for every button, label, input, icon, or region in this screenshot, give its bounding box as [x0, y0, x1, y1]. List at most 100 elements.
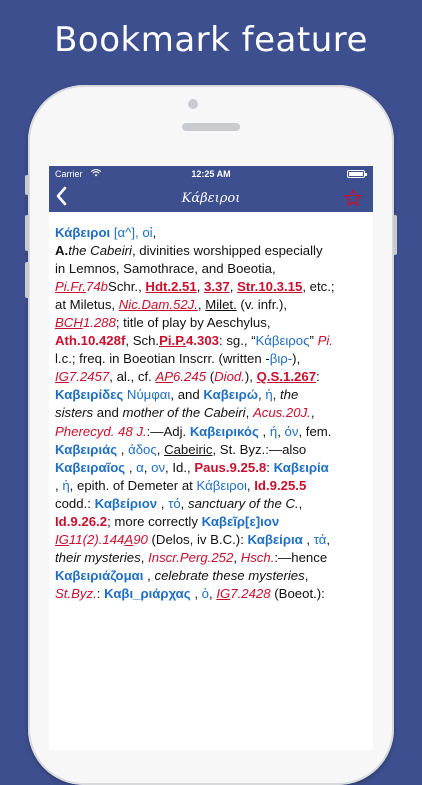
- entry-text: ,: [258, 423, 270, 439]
- entry-text: ,: [302, 531, 314, 547]
- entry-text: , Sch.: [125, 333, 160, 349]
- entry-line: IG11(2).144A90 (Delos, iv B.C.): Καβείρι…: [55, 531, 367, 549]
- entry-text: , epith. of Demeter at: [69, 477, 197, 493]
- reference-link[interactable]: IG: [55, 532, 69, 547]
- entry-text: τό: [168, 495, 181, 511]
- headword: Καβειρίδες: [55, 387, 124, 403]
- reference-link[interactable]: IG: [216, 586, 230, 601]
- entry-line: IG7.2457, al., cf. AP6.245 (Diod.), Q.S.…: [55, 368, 367, 386]
- reference-link[interactable]: Pi.: [159, 333, 175, 348]
- entry-text: ,: [140, 549, 149, 565]
- entry-text: ,: [298, 495, 303, 511]
- entry-text: όν: [284, 423, 299, 439]
- reference-link[interactable]: P.: [175, 333, 186, 348]
- headword: Καβείρια: [247, 531, 303, 547]
- entry-text: ,: [196, 279, 205, 295]
- reference-link[interactable]: 7.2428: [230, 586, 270, 601]
- reference-link[interactable]: Diod.: [214, 369, 245, 384]
- entry-text: ”: [309, 333, 318, 349]
- entry-text: the Cabeiri: [68, 243, 132, 259]
- reference-link[interactable]: Id.9.26.2: [55, 514, 107, 529]
- entry-text: , etc.;: [302, 279, 335, 295]
- entry-text: Κάβειροι: [196, 477, 247, 493]
- reference-link[interactable]: Acus.20J.: [253, 405, 311, 420]
- reference-link[interactable]: Fr.: [70, 279, 86, 294]
- reference-link[interactable]: Cabeiric: [164, 442, 212, 457]
- speaker-grille: [182, 123, 240, 131]
- entry-text: at Miletus,: [55, 297, 119, 313]
- bookmark-button[interactable]: [343, 188, 363, 208]
- entry-text: ον: [151, 459, 166, 475]
- reference-link[interactable]: Pi.: [55, 279, 70, 294]
- reference-link[interactable]: 7.2457: [69, 369, 109, 384]
- entry-text: ,: [117, 441, 129, 457]
- reference-link[interactable]: St.Byz.: [55, 586, 97, 601]
- entry-text: ,: [272, 387, 280, 403]
- reference-link[interactable]: 11(2).144: [69, 532, 124, 547]
- entry-text: βιρ-: [269, 351, 293, 367]
- reference-link[interactable]: 6.245: [173, 369, 206, 384]
- entry-line: their mysteries, Inscr.Perg.252, Hsch.:—…: [55, 549, 367, 567]
- entry-text: in Lemnos, Samothrace, and Boeotia,: [55, 261, 276, 277]
- entry-text: :: [266, 459, 274, 475]
- reference-link[interactable]: 90: [133, 532, 148, 547]
- entry-line: codd.: Καβείριον , τό, sanctuary of the …: [55, 495, 367, 513]
- entry-text: ),: [292, 351, 301, 367]
- reference-link[interactable]: A: [124, 532, 133, 547]
- volume-up-button: [25, 215, 29, 251]
- entry-text: ,: [180, 495, 188, 511]
- headword: Καβειριάζομαι: [55, 567, 144, 583]
- entry-text: , Id.,: [165, 459, 195, 475]
- reference-link[interactable]: Pi.: [318, 333, 333, 348]
- entry-text: celebrate these mysteries: [154, 567, 305, 583]
- reference-link[interactable]: 1.288: [83, 315, 116, 330]
- reference-link[interactable]: Id.9.25.5: [254, 478, 306, 493]
- reference-link[interactable]: Hdt.2.51: [145, 279, 196, 294]
- entry-text: :—Adj.: [146, 423, 190, 439]
- power-button: [393, 215, 397, 255]
- entry-text: :: [96, 585, 105, 601]
- headword: Καβειρικός: [189, 423, 259, 439]
- entry-line: Id.9.26.2; more correctly Καβεῖρ[ε]ιον: [55, 513, 367, 531]
- entry-text: , St. Byz.:—also: [212, 441, 307, 457]
- entry-line: BCH1.288; title of play by Aeschylus,: [55, 314, 367, 332]
- reference-link[interactable]: Inscr.Perg.252: [148, 550, 233, 565]
- entry-text: Κάβειρος: [255, 333, 310, 349]
- entry-text: ἡ: [62, 477, 70, 493]
- reference-link[interactable]: BCH: [55, 315, 83, 330]
- reference-link[interactable]: Milet.: [205, 297, 237, 312]
- promo-headline: Bookmark feature: [54, 20, 368, 60]
- headword: Καβείριον: [94, 495, 158, 511]
- entry-text: ,: [143, 459, 152, 475]
- entry-text: [α^],: [110, 225, 143, 240]
- entry-text: ,: [143, 567, 155, 583]
- entry-line: l.c.; freq. in Boeotian Inscrr. (written…: [55, 350, 367, 368]
- reference-link[interactable]: AP: [155, 369, 173, 384]
- reference-link[interactable]: Ath.10.428f: [55, 333, 125, 348]
- entry-text: ,: [229, 279, 238, 295]
- reference-link[interactable]: Hsch.: [241, 550, 275, 565]
- reference-link[interactable]: IG: [55, 369, 69, 384]
- reference-link[interactable]: Paus.9.25.8: [194, 460, 266, 475]
- entry-text: ,: [245, 405, 253, 421]
- headword: Καβι_ριάρχας: [104, 585, 191, 601]
- entry-text: άδος: [128, 441, 157, 457]
- entry-text: τά: [313, 531, 327, 547]
- entry-text: the: [279, 387, 299, 403]
- entry-text: (v. infr.),: [236, 297, 288, 313]
- entry-text: l.c.; freq. in Boeotian Inscrr. (written…: [55, 351, 270, 367]
- entry-text: ,: [125, 459, 137, 475]
- entry-text: , al., cf.: [109, 369, 156, 385]
- entry-text: A.: [55, 243, 69, 259]
- reference-link[interactable]: Pherecyd. 48 J.: [55, 424, 147, 439]
- headword: Καβειραῖος: [55, 459, 126, 475]
- reference-link[interactable]: Nic.Dam.52J.: [119, 297, 198, 312]
- headword: Καβειρώ: [203, 387, 258, 403]
- reference-link[interactable]: 3.37: [204, 279, 230, 294]
- reference-link[interactable]: Q.S.1.267: [257, 369, 316, 384]
- reference-link[interactable]: 4.303: [186, 333, 219, 348]
- entry-text: sisters: [55, 405, 94, 421]
- headword: Καβειριάς: [55, 441, 118, 457]
- reference-link[interactable]: Str.10.3.15: [237, 279, 302, 294]
- reference-link[interactable]: 74b: [86, 279, 108, 294]
